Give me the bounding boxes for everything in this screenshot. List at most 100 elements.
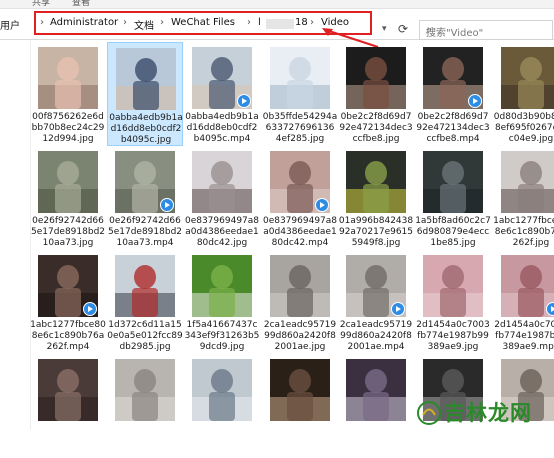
breadcrumb-separator-icon: › [40,17,44,28]
file-name [184,424,260,457]
file-item[interactable]: 2ca1eadc9571999d860a2420f82001ae.jpg [262,250,338,354]
file-item[interactable]: 00f8756262e6dbb70b8ec24c2912d994.jpg [30,42,106,146]
video-thumbnail [270,151,330,213]
video-file-icon [391,302,405,316]
crumb-documents[interactable]: 文档 [134,17,154,32]
breadcrumb-separator-icon: › [310,17,314,28]
watermark-text: 吉林龙网 [444,400,532,425]
file-item[interactable]: 2d1454a0c7003fb774e1987b99389ae9.jpg [415,250,491,354]
file-item[interactable]: 2ca1eadc9571999d860a2420f82001ae.mp4 [338,250,414,354]
file-item[interactable] [338,354,414,458]
crumb-administrator[interactable]: Administrator [50,17,118,28]
refresh-icon[interactable]: ⟳ [398,22,408,36]
video-file-icon [315,198,329,212]
file-item[interactable]: 1abc1277fbce808e6c1c890b76a262f.jpg [493,146,554,250]
file-name: 0e26f92742d665e17de8918bd210aa73.mp4 [107,216,183,248]
watermark-logo: 吉林龙网 [414,397,554,430]
file-name: 01a996b842438 92a70217e96155949f8.jpg [338,216,414,248]
file-item[interactable]: 0abba4edb9b1ad16dd8eb0cdf2b4095c.mp4 [184,42,260,146]
file-item[interactable]: 01a996b842438 92a70217e96155949f8.jpg [338,146,414,250]
file-name: 2ca1eadc9571999d860a2420f82001ae.jpg [263,320,337,352]
file-name: 1d372c6d11a150e0a5e012fcc89db2985.jpg [107,320,183,352]
video-file-icon [237,94,251,108]
file-name: 0b35ffde54294a633727696136 4ef285.jpg [262,112,338,144]
image-thumbnail [346,359,406,421]
ribbon-tab-view[interactable]: 查看 [72,0,90,8]
image-thumbnail [423,151,483,213]
file-name: 0e837969497a8a0d4386eedae180dc42.jpg [184,216,260,248]
navigation-pane[interactable] [0,40,31,430]
file-item[interactable]: 0be2c2f8d69d792e472134dec3ccfbe8.mp4 [415,42,491,146]
video-file-icon [83,302,97,316]
file-name [262,424,338,457]
file-name: 0be2c2f8d69d792e472134dec3ccfbe8.mp4 [416,112,490,144]
image-thumbnail [501,47,554,109]
search-input[interactable]: 搜索"Video" ⌕ [419,20,553,40]
file-item[interactable]: 0be2c2f8d69d792e472134dec3ccfbe8.jpg [338,42,414,146]
file-item[interactable]: 0abba4edb9b1ad16dd8eb0cdf2b4095c.jpg [107,42,183,146]
address-bar-row: 用户 › Administrator › 文档 › WeChat Files ›… [0,9,554,40]
image-thumbnail [38,151,98,213]
file-item[interactable]: 1a5bf8ad60c2c76d980879e4ecc1be85.jpg [415,146,491,250]
crumb-users[interactable]: 用户 [0,21,20,32]
crumb-account-start[interactable]: l [258,17,261,28]
file-name: 0e26f92742d665e17de8918bd210aa73.jpg [30,216,106,248]
breadcrumb-separator-icon: › [247,17,251,28]
image-thumbnail [270,255,330,317]
ribbon-tab-share[interactable]: 共享 [32,0,50,8]
file-name: 0d80d3b90b8968ef695f0267e0fc04e9.jpg [493,112,554,144]
image-thumbnail [270,359,330,421]
file-item[interactable]: 0e837969497a8a0d4386eedae180dc42.mp4 [262,146,338,250]
history-dropdown-icon[interactable]: ▾ [382,24,387,34]
image-thumbnail [115,255,175,317]
image-thumbnail [192,255,252,317]
image-thumbnail [423,255,483,317]
file-name: 0abba4edb9b1ad16dd8eb0cdf2b4095c.jpg [109,113,183,145]
crumb-wechat-files[interactable]: WeChat Files [171,17,235,28]
video-file-icon [546,302,554,316]
video-thumbnail [192,47,252,109]
breadcrumb-separator-icon: › [160,17,164,28]
image-thumbnail [116,48,176,110]
file-item[interactable] [107,354,183,458]
image-thumbnail [270,47,330,109]
file-item[interactable]: 0d80d3b90b8968ef695f0267e0fc04e9.jpg [493,42,554,146]
file-grid: 00f8756262e6dbb70b8ec24c2912d994.jpg 0abb… [30,40,554,430]
file-item[interactable]: 0e26f92742d665e17de8918bd210aa73.mp4 [107,146,183,250]
logo-icon [417,401,441,425]
crumb-account-end[interactable]: 18 [295,17,308,28]
file-name: 1f5a41667437c343ef9f31263b59dcd9.jpg [184,320,260,352]
file-name: 0abba4edb9b1ad16dd8eb0cdf2b4095c.mp4 [185,112,259,144]
video-file-icon [160,198,174,212]
ribbon-tabs: 共享 查看 [0,0,554,9]
file-item[interactable] [184,354,260,458]
image-thumbnail [38,47,98,109]
file-item[interactable]: 0e837969497a8a0d4386eedae180dc42.jpg [184,146,260,250]
file-item[interactable]: 1d372c6d11a150e0a5e012fcc89db2985.jpg [107,250,183,354]
file-name: 0e837969497a8a0d4386eedae180dc42.mp4 [262,216,338,248]
video-thumbnail [38,255,98,317]
image-thumbnail [115,359,175,421]
file-name [30,424,106,457]
redaction-mask [266,19,294,29]
video-thumbnail [501,255,554,317]
file-item[interactable]: 1abc1277fbce808e6c1c890b76a262f.mp4 [30,250,106,354]
left-breadcrumb[interactable]: 用户 [0,17,20,32]
file-item[interactable] [262,354,338,458]
image-thumbnail [346,151,406,213]
image-thumbnail [346,47,406,109]
video-thumbnail [346,255,406,317]
file-name [338,424,414,457]
file-name: 1a5bf8ad60c2c76d980879e4ecc1be85.jpg [415,216,491,248]
file-item[interactable]: 0b35ffde54294a633727696136 4ef285.jpg [262,42,338,146]
breadcrumb-separator-icon: › [123,17,127,28]
file-name [107,424,183,457]
file-item[interactable]: 0e26f92742d665e17de8918bd210aa73.jpg [30,146,106,250]
image-thumbnail [192,151,252,213]
video-thumbnail [115,151,175,213]
file-item[interactable]: 2d1454a0c7003fb774e1987b99389ae9.mp4 [493,250,554,354]
file-name: 0be2c2f8d69d792e472134dec3ccfbe8.jpg [339,112,413,144]
file-item[interactable] [30,354,106,458]
video-thumbnail [423,47,483,109]
file-item[interactable]: 1f5a41667437c343ef9f31263b59dcd9.jpg [184,250,260,354]
